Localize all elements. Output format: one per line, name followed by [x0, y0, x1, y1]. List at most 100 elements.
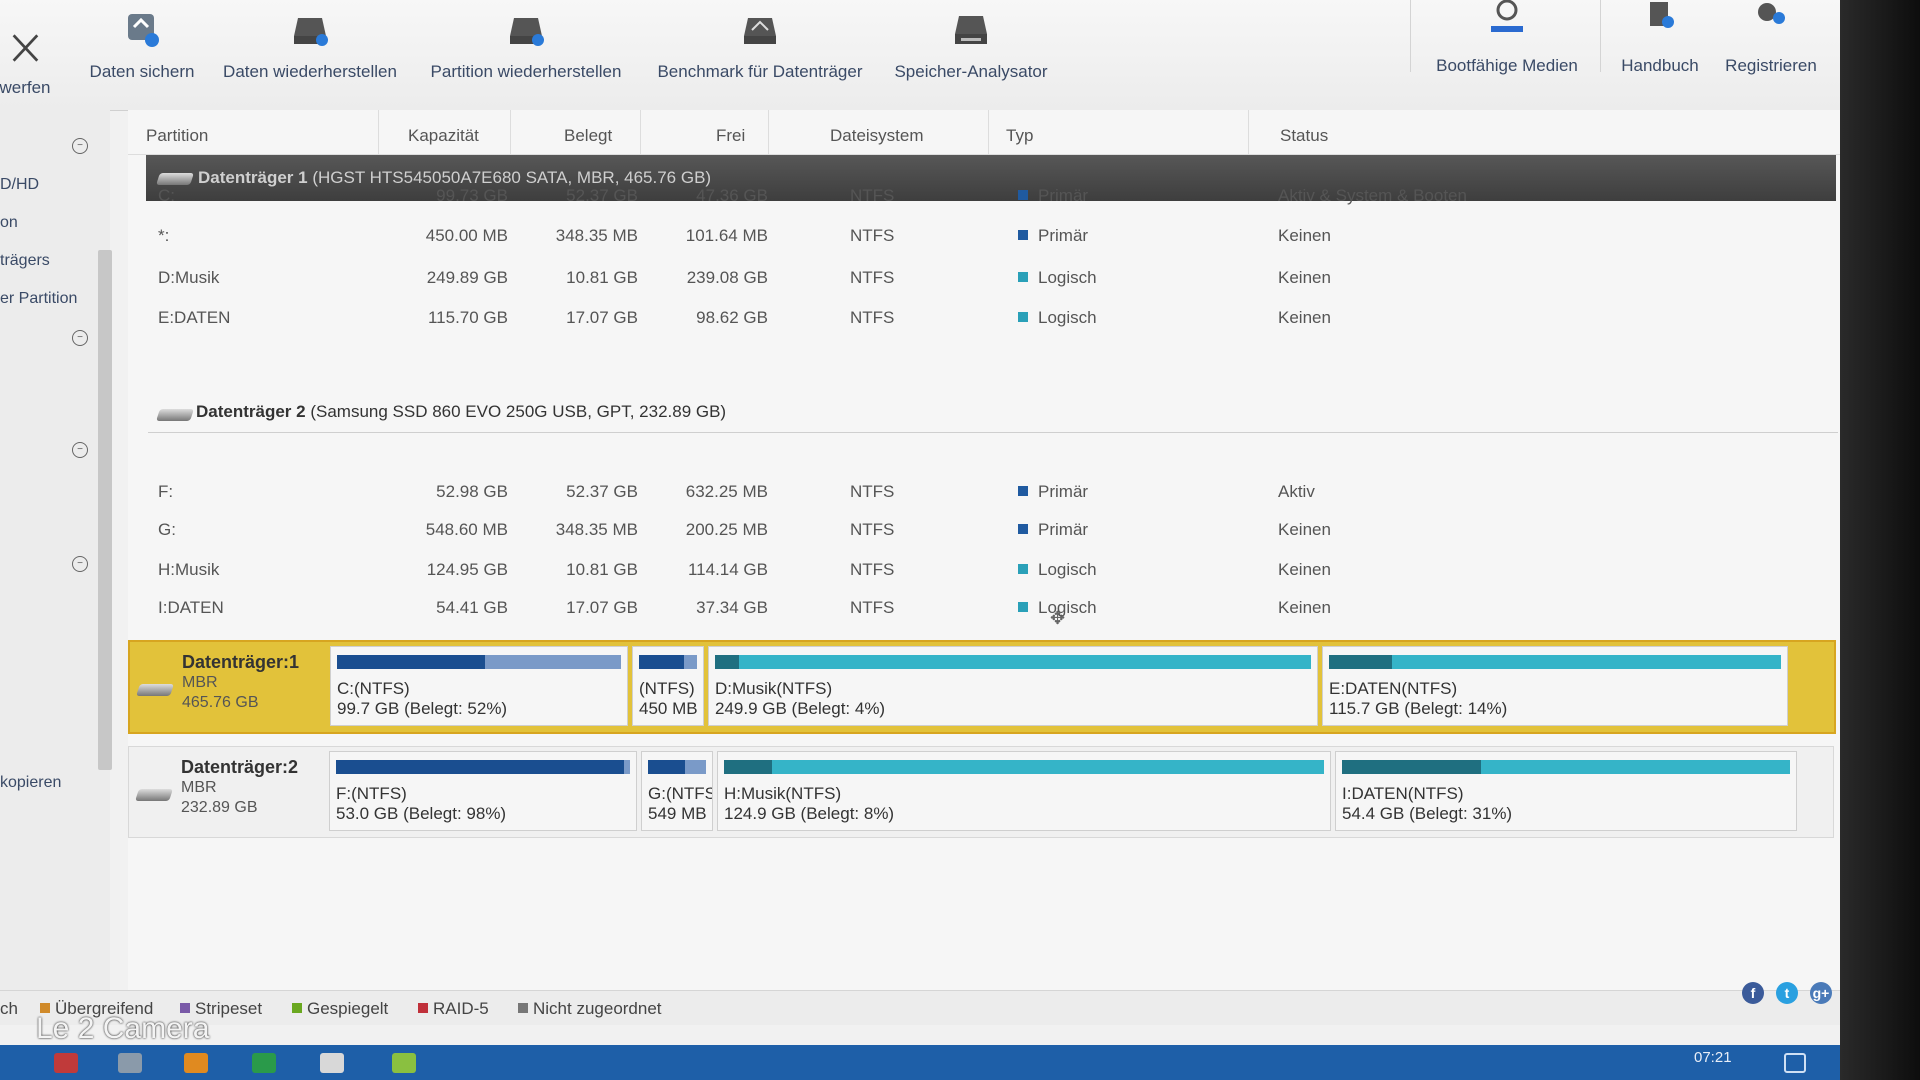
column-header-type[interactable]: Typ	[1006, 126, 1033, 146]
manual-button[interactable]: Handbuch	[1610, 0, 1710, 76]
column-header-used[interactable]: Belegt	[564, 126, 612, 146]
legend-swatch-raid5	[418, 1003, 428, 1013]
space-analyzer-icon	[955, 16, 987, 44]
cell-partition: *:	[158, 226, 170, 245]
partition-row[interactable]: D:Musik 249.89 GB 10.81 GB 239.08 GB NTFS Log…	[128, 258, 1840, 298]
partition-block[interactable]: (NTFS) 450 MB (	[632, 646, 704, 726]
twitter-icon[interactable]: t	[1776, 982, 1798, 1004]
sidebar-item-on[interactable]: on	[0, 214, 18, 232]
disk-map-2[interactable]: Datenträger:2 MBR 232.89 GB F:(NTFS) 53.0 GB…	[128, 746, 1834, 838]
partition-block-name: H:Musik(NTFS)	[724, 784, 842, 803]
taskbar-app-icon[interactable]	[252, 1053, 276, 1073]
usage-fill	[639, 655, 684, 669]
cell-free: 239.08 GB	[686, 268, 768, 287]
partition-block[interactable]: H:Musik(NTFS) 124.9 GB (Belegt: 8%)	[717, 751, 1331, 831]
register-button[interactable]: Registrieren	[1712, 0, 1830, 76]
partition-row[interactable]: F: 52.98 GB 52.37 GB 632.25 MB NTFS Primär Akt…	[128, 472, 1840, 512]
cell-partition: D:Musik	[158, 268, 220, 287]
notification-icon[interactable]	[1784, 1053, 1806, 1073]
taskbar-app-icon[interactable]	[118, 1053, 142, 1073]
type-label: Primär	[1038, 226, 1089, 245]
bootable-media-button[interactable]: Bootfähige Medien	[1422, 0, 1592, 76]
partition-row[interactable]: H:Musik 124.95 GB 10.81 GB 114.14 GB NTFS Log…	[128, 550, 1840, 590]
disk-2-title: Datenträger 2	[196, 402, 306, 421]
partition-block-size: 124.9 GB (Belegt: 8%)	[724, 804, 895, 823]
partition-block[interactable]: D:Musik(NTFS) 249.9 GB (Belegt: 4%)	[708, 646, 1318, 726]
cell-status: Keinen	[1278, 598, 1331, 617]
usage-fill	[715, 655, 739, 669]
partition-block-size: 99.7 GB (Belegt: 52%)	[337, 699, 508, 718]
disk-2-divider	[148, 432, 1838, 433]
cell-capacity: 54.41 GB	[436, 598, 508, 617]
collapse-toggle[interactable]: −	[72, 556, 88, 572]
facebook-icon[interactable]: f	[1742, 982, 1764, 1004]
cell-used: 52.37 GB	[566, 186, 638, 205]
partition-block[interactable]: F:(NTFS) 53.0 GB (Belegt: 98%)	[329, 751, 637, 831]
usage-bar	[639, 655, 697, 669]
partition-block[interactable]: G:(NTFS)549 MB (	[641, 751, 713, 831]
disk-map-1[interactable]: Datenträger:1 MBR 465.76 GB C:(NTFS) 99.7 GB…	[128, 640, 1836, 734]
cell-capacity: 249.89 GB	[426, 268, 508, 287]
logical-partition-icon	[1018, 312, 1028, 322]
disk-2-header[interactable]: Datenträger 2 (Samsung SSD 860 EVO 250G …	[128, 390, 1840, 430]
sidebar-item-dhd[interactable]: D/HD	[0, 176, 39, 194]
backup-button[interactable]: Daten sichern	[82, 8, 202, 82]
partition-row[interactable]: *: 450.00 MB 348.35 MB 101.64 MB NTFS Primär K…	[128, 216, 1840, 256]
partition-row[interactable]: I:DATEN 54.41 GB 17.07 GB 37.34 GB NTFS Logis…	[128, 588, 1840, 628]
partition-row[interactable]: C: 99.73 GB 52.37 GB 47.36 GB NTFS Primär Akti…	[128, 176, 1840, 216]
data-restore-button[interactable]: Daten wiederherstellen	[210, 8, 410, 82]
partition-restore-button[interactable]: Partition wiederherstellen	[416, 8, 636, 82]
partition-block[interactable]: C:(NTFS) 99.7 GB (Belegt: 52%)	[330, 646, 628, 726]
disk-map-info[interactable]: Datenträger:1 MBR 465.76 GB	[130, 642, 328, 732]
column-header-partition[interactable]: Partition	[146, 126, 208, 146]
cell-status: Keinen	[1278, 226, 1331, 245]
usage-fill	[648, 760, 685, 774]
column-header-status[interactable]: Status	[1280, 126, 1328, 146]
cell-type: Logisch	[1018, 268, 1097, 288]
benchmark-button[interactable]: Benchmark für Datenträger	[646, 8, 874, 82]
sidebar-scrollbar[interactable]	[98, 250, 112, 770]
taskbar-app-icon[interactable]	[320, 1053, 344, 1073]
register-icon	[1758, 3, 1785, 24]
collapse-toggle[interactable]: −	[72, 330, 88, 346]
sidebar-item-traegers[interactable]: trägers	[0, 252, 50, 270]
toolbar-close-button[interactable]: werfen	[0, 8, 60, 98]
taskbar-clock[interactable]: 07:21	[1694, 1049, 1732, 1066]
column-header-free[interactable]: Frei	[716, 126, 745, 146]
close-icon	[12, 34, 39, 62]
partition-block[interactable]: E:DATEN(NTFS) 115.7 GB (Belegt: 14%)	[1322, 646, 1788, 726]
usage-fill	[337, 655, 485, 669]
partition-block-name: F:(NTFS)	[336, 784, 407, 803]
cell-fs: NTFS	[850, 598, 895, 617]
cell-partition: C:	[158, 186, 175, 205]
partition-block[interactable]: I:DATEN(NTFS) 54.4 GB (Belegt: 31%)	[1335, 751, 1797, 831]
disk-map-name: Datenträger:1	[182, 652, 300, 672]
column-header-filesystem[interactable]: Dateisystem	[830, 126, 924, 146]
column-header-capacity[interactable]: Kapazität	[408, 126, 479, 146]
taskbar-app-icon[interactable]	[392, 1053, 416, 1073]
usage-bar	[337, 655, 621, 669]
disk-map-info[interactable]: Datenträger:2 MBR 232.89 GB	[129, 747, 327, 837]
collapse-toggle[interactable]: −	[72, 442, 88, 458]
hard-disk-icon	[156, 409, 194, 421]
sidebar-item-kopieren[interactable]: kopieren	[0, 774, 61, 792]
partition-row[interactable]: E:DATEN 115.70 GB 17.07 GB 98.62 GB NTFS Logi…	[128, 298, 1840, 338]
cell-fs: NTFS	[850, 268, 895, 287]
google-plus-icon[interactable]: g+	[1810, 982, 1832, 1004]
cell-status: Keinen	[1278, 560, 1331, 579]
cell-capacity: 450.00 MB	[425, 226, 508, 245]
taskbar-app-icon[interactable]	[54, 1053, 78, 1073]
cell-type: Logisch	[1018, 308, 1097, 328]
partition-restore-icon	[510, 18, 544, 46]
usage-fill	[336, 760, 625, 774]
taskbar-app-icon[interactable]	[184, 1053, 208, 1073]
partition-block-size: 450 MB (	[639, 699, 704, 718]
legend-prefix: ch	[0, 999, 18, 1018]
collapse-toggle[interactable]: −	[72, 138, 88, 154]
partition-block-name: (NTFS)	[639, 679, 695, 698]
cell-partition: I:DATEN	[158, 598, 224, 617]
sidebar-item-partition[interactable]: er Partition	[0, 290, 77, 308]
disk-map-size: 232.89 GB	[181, 799, 258, 816]
partition-row[interactable]: G: 548.60 MB 348.35 MB 200.25 MB NTFS Primär K…	[128, 510, 1840, 550]
space-analyzer-button[interactable]: Speicher-Analysator	[886, 8, 1056, 82]
